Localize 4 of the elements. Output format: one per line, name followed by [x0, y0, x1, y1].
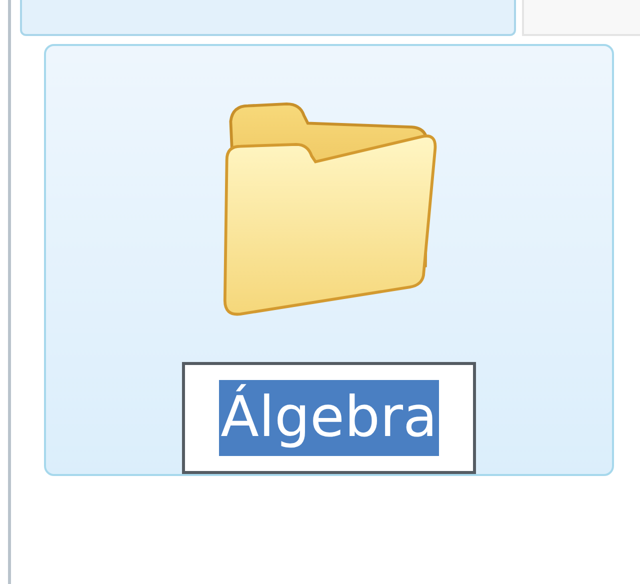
item-tile[interactable]	[522, 0, 640, 36]
folder-tile[interactable]: Álgebra	[44, 44, 614, 476]
rename-field[interactable]: Álgebra	[182, 362, 476, 474]
item-tile[interactable]	[20, 0, 516, 36]
